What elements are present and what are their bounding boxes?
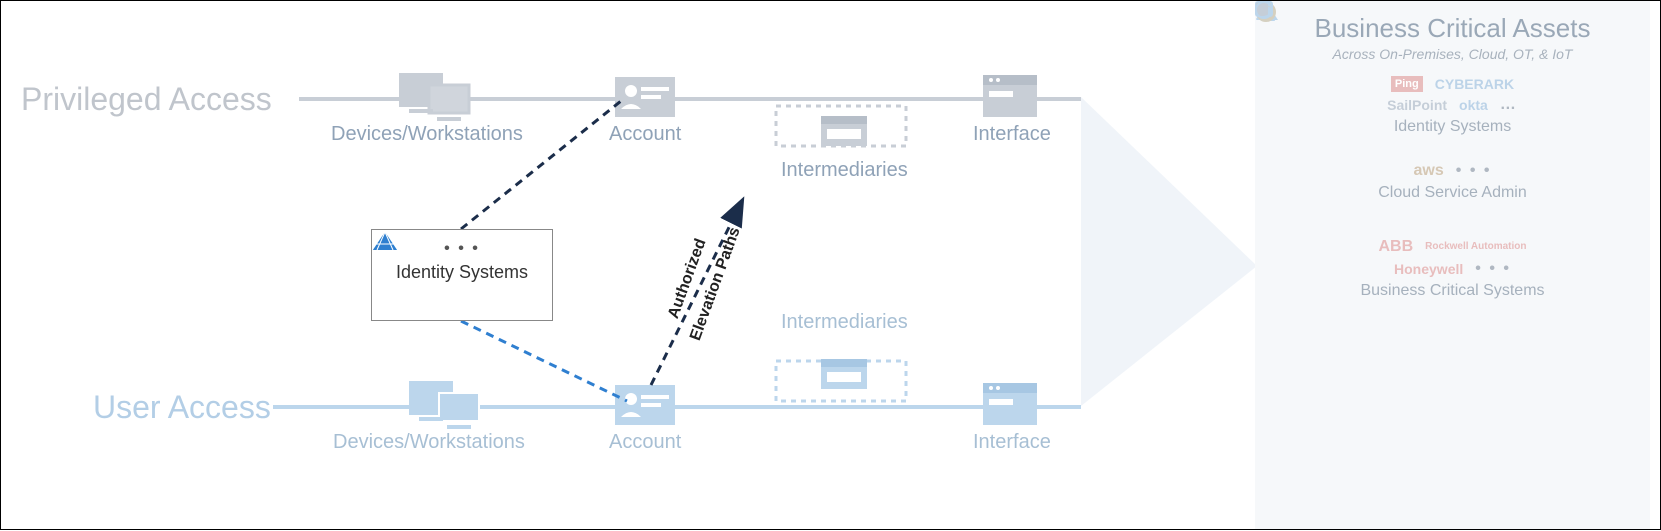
ad-ds-icon — [372, 230, 398, 256]
label-account-priv: Account — [609, 123, 681, 146]
label-intermediaries-user: Intermediaries — [781, 311, 908, 334]
label-interface-priv: Interface — [973, 123, 1051, 146]
identity-systems-box: • • • Identity Systems — [371, 229, 553, 321]
ellipsis-icon: • • • — [1456, 162, 1492, 180]
label-interface-user: Interface — [973, 431, 1051, 454]
asset-group-bcs-label: Business Critical Systems — [1263, 282, 1642, 300]
brand-cyberark: CYBERARK — [1435, 76, 1514, 92]
brand-honeywell: Honeywell — [1394, 261, 1463, 277]
brand-okta: okta — [1459, 97, 1488, 113]
assets-panel: Business Critical Assets Across On-Premi… — [1255, 1, 1650, 529]
brand-sailpoint: SailPoint — [1387, 97, 1447, 113]
identity-systems-label: Identity Systems — [372, 262, 552, 283]
ellipsis-icon: • • • — [1475, 260, 1511, 278]
brand-rockwell: Rockwell Automation — [1425, 242, 1526, 252]
identity-ellipsis-icon: • • • — [444, 240, 480, 258]
asset-group-identity-label: Identity Systems — [1263, 118, 1642, 136]
ellipsis-icon: … — [1500, 96, 1518, 114]
label-devices-priv: Devices/Workstations — [331, 123, 523, 146]
label-intermediaries-priv: Intermediaries — [781, 159, 908, 182]
label-devices-user: Devices/Workstations — [333, 431, 525, 454]
assets-title: Business Critical Assets — [1263, 13, 1642, 44]
asset-group-bcs: ABB Rockwell Automation Honeywell • • • … — [1263, 238, 1642, 300]
asset-group-cloud-label: Cloud Service Admin — [1263, 184, 1642, 202]
asset-group-identity: Ping CYBERARK SailPoint okta … Identity … — [1263, 76, 1642, 136]
brand-aws: aws — [1414, 162, 1444, 180]
assets-subtitle: Across On-Premises, Cloud, OT, & IoT — [1263, 46, 1642, 62]
brand-ping: Ping — [1391, 76, 1423, 92]
ge-icon — [1255, 1, 1273, 19]
brand-abb: ABB — [1379, 238, 1414, 256]
asset-group-cloud: aws • • • Cloud Service Admin — [1263, 162, 1642, 202]
label-account-user: Account — [609, 431, 681, 454]
